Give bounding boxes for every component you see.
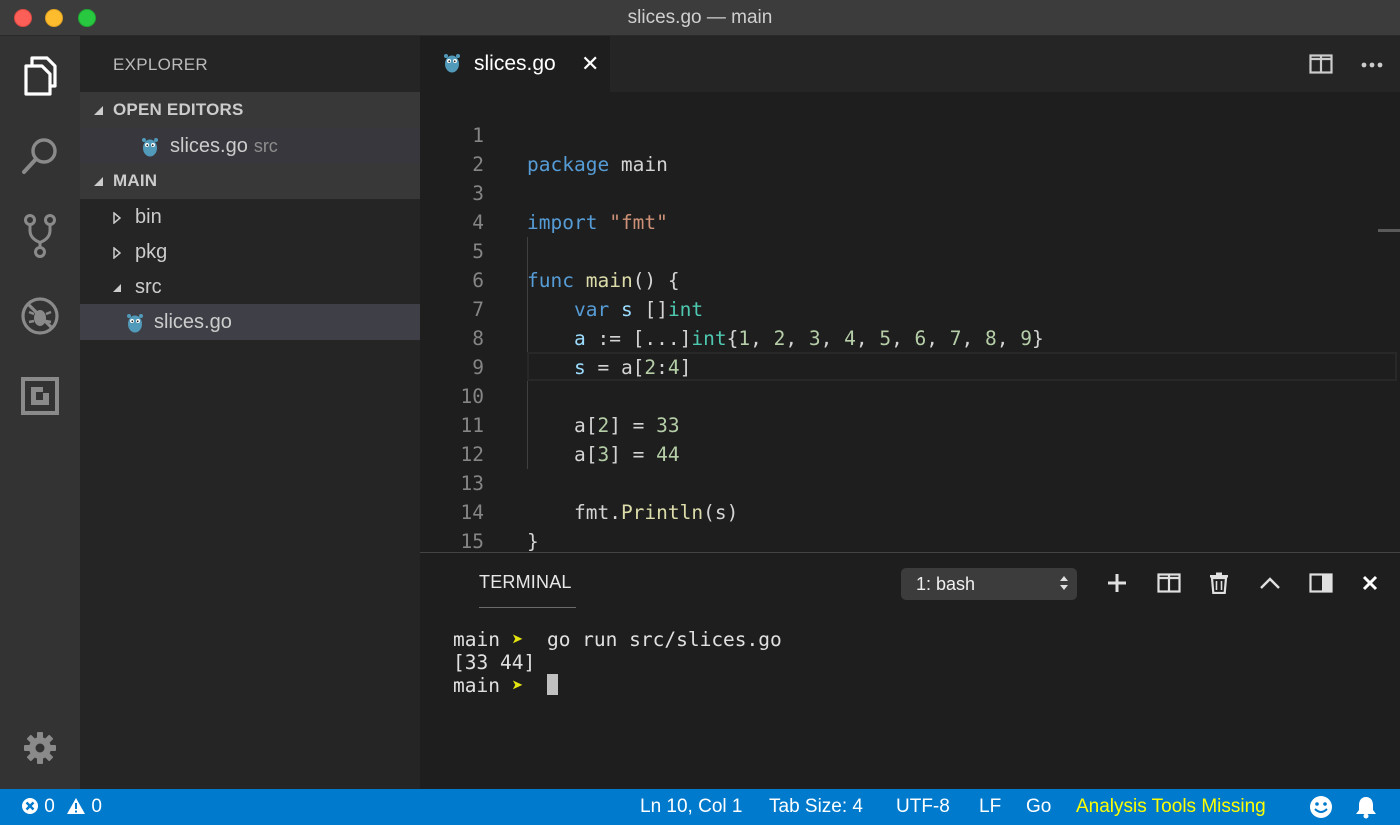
editor-tabs-bar: slices.go ✕ xyxy=(420,36,1400,92)
code-line: 4 xyxy=(420,179,1400,234)
encoding[interactable]: UTF-8 xyxy=(896,796,950,818)
tab-label: slices.go xyxy=(474,52,556,75)
open-editor-item-slices-go[interactable]: slices.go src xyxy=(80,128,420,164)
error-count: 0 xyxy=(44,796,55,817)
terminal-line: [33 44] xyxy=(453,651,536,674)
active-tab-underline xyxy=(479,607,576,608)
code-editor[interactable]: 1 package main 2 3 import "fmt" 4 5 func… xyxy=(420,92,1400,553)
open-editors-header[interactable]: OPEN EDITORS xyxy=(80,92,420,128)
analysis-tools-warning[interactable]: Analysis Tools Missing xyxy=(1076,796,1266,818)
code-line: 13 fmt.Println(s) xyxy=(420,440,1400,524)
toggle-panel-icon[interactable] xyxy=(1309,573,1333,593)
code-line: 2 xyxy=(420,121,1400,176)
go-file-icon xyxy=(444,54,460,73)
code-line: 9 xyxy=(420,324,1400,379)
terminal-select-value: 1: bash xyxy=(916,574,976,594)
cursor-position[interactable]: Ln 10, Col 1 xyxy=(640,796,742,818)
chevron-right-icon xyxy=(113,247,121,259)
warning-count: 0 xyxy=(91,796,102,817)
tree-item-label: src xyxy=(135,276,162,298)
terminal-line: main ➤ go run src/slices.go xyxy=(453,628,782,651)
chevron-down-icon xyxy=(113,284,121,292)
open-editor-folder: src xyxy=(253,136,278,156)
debug-button[interactable] xyxy=(0,276,80,356)
code-line: 8 s = a[2:4] xyxy=(420,295,1400,379)
window-title: slices.go — main xyxy=(627,7,773,28)
extensions-icon xyxy=(21,377,59,415)
go-file-icon xyxy=(127,314,143,333)
close-panel-icon[interactable] xyxy=(1362,575,1378,591)
end-of-line[interactable]: LF xyxy=(979,796,1001,818)
tree-item-slices-go[interactable]: slices.go xyxy=(80,304,420,340)
status-bar: 0 0 Ln 10, Col 1 Tab Size: 4 UTF-8 LF Go… xyxy=(0,789,1400,825)
tab-slices-go[interactable]: slices.go ✕ xyxy=(420,36,610,92)
chevron-right-icon xyxy=(113,212,121,224)
title-bar: slices.go — main xyxy=(0,0,1400,36)
settings-gear-icon xyxy=(24,732,56,764)
files-icon xyxy=(24,56,57,96)
code-line: 11 a[3] = 44 xyxy=(420,382,1400,466)
folder-label: MAIN xyxy=(113,171,158,190)
activity-bar xyxy=(0,36,80,789)
chevron-up-icon[interactable] xyxy=(1260,577,1280,589)
terminal-cursor xyxy=(546,674,558,695)
chevron-down-icon xyxy=(94,106,103,115)
search-button[interactable] xyxy=(0,116,80,196)
go-file-icon xyxy=(142,138,158,157)
code-line: 10 a[2] = 33 xyxy=(420,353,1400,437)
new-terminal-icon[interactable] xyxy=(1107,573,1127,593)
code-line: 12 xyxy=(420,411,1400,466)
tree-item-pkg[interactable]: pkg xyxy=(80,234,420,270)
source-control-icon xyxy=(24,214,56,258)
code-line: 5 func main() { xyxy=(420,208,1400,292)
open-editors-label: OPEN EDITORS xyxy=(113,100,244,119)
source-control-button[interactable] xyxy=(0,196,80,276)
split-editor-icon[interactable] xyxy=(1309,54,1333,74)
code-line: 14 } xyxy=(420,469,1400,553)
tree-item-bin[interactable]: bin xyxy=(80,199,420,235)
terminal-line: main ➤ xyxy=(453,674,558,697)
tab-close-icon[interactable]: ✕ xyxy=(581,53,599,75)
feedback-smiley-icon[interactable] xyxy=(1309,795,1333,819)
code-line: 1 package main xyxy=(420,92,1400,176)
warning-icon xyxy=(67,798,86,814)
tree-item-label: bin xyxy=(135,206,162,228)
trash-icon[interactable] xyxy=(1209,572,1229,594)
code-line: 15 xyxy=(420,498,1400,553)
tab-size[interactable]: Tab Size: 4 xyxy=(769,796,863,818)
terminal-panel: TERMINAL 1: bash main ➤ go run src/slice… xyxy=(420,552,1400,789)
explorer-sidebar: EXPLORER OPEN EDITORS slices.go src MAIN … xyxy=(80,36,420,789)
split-terminal-icon[interactable] xyxy=(1157,573,1181,593)
tree-item-label: pkg xyxy=(135,241,168,263)
terminal-select[interactable]: 1: bash xyxy=(901,568,1077,600)
problems-indicator[interactable]: 0 0 xyxy=(21,796,102,818)
error-icon xyxy=(22,798,38,814)
code-line: 3 import "fmt" xyxy=(420,150,1400,234)
folder-header-main[interactable]: MAIN xyxy=(80,163,420,199)
tree-item-src[interactable]: src xyxy=(80,269,420,305)
debug-icon xyxy=(21,297,59,335)
chevron-down-icon xyxy=(94,177,103,186)
language-mode[interactable]: Go xyxy=(1026,796,1051,818)
sidebar-title: EXPLORER xyxy=(113,55,208,74)
extensions-button[interactable] xyxy=(0,356,80,436)
prompt-arrow-icon: ➤ xyxy=(511,628,524,651)
explorer-button[interactable] xyxy=(0,36,80,116)
manage-button[interactable] xyxy=(0,708,80,788)
select-arrows-icon xyxy=(1060,576,1068,590)
search-icon xyxy=(22,138,57,174)
code-line: 6 var s []int xyxy=(420,237,1400,321)
notifications-bell-icon[interactable] xyxy=(1355,795,1377,819)
code-line: 7 a := [...]int{1, 2, 3, 4, 5, 6, 7, 8, … xyxy=(420,266,1400,350)
more-actions-icon[interactable] xyxy=(1361,62,1383,68)
tree-item-label: slices.go xyxy=(154,311,232,333)
prompt-arrow-icon: ➤ xyxy=(511,674,524,697)
open-editor-filename: slices.go xyxy=(170,135,248,157)
tab-terminal[interactable]: TERMINAL xyxy=(479,572,572,593)
